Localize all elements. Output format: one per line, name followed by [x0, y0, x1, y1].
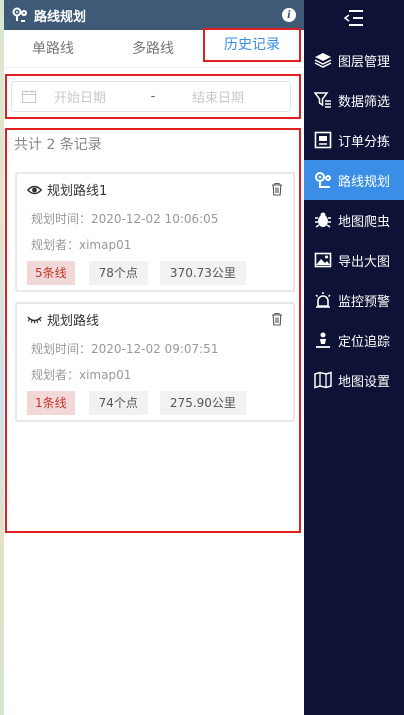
tab-history[interactable]: 历史记录	[203, 28, 301, 62]
history-card[interactable]: 规划路线 规划时间：2020-12-02 09:07:51 规划者：ximap0…	[15, 302, 295, 422]
history-card[interactable]: 规划路线1 规划时间：2020-12-02 10:06:05 规划者：ximap…	[15, 172, 295, 292]
points-count-badge: 74个点	[88, 391, 148, 415]
route-icon	[315, 172, 331, 188]
date-separator: -	[150, 89, 156, 104]
nav-item-export[interactable]: 导出大图	[304, 240, 404, 280]
eye-open-icon[interactable]	[27, 184, 42, 196]
filter-icon	[314, 92, 331, 108]
planner: 规划者：ximap01	[31, 368, 132, 382]
sort-icon	[314, 131, 332, 149]
history-records: 共计 2 条记录 规划路线1 规划时间：2020-12-02 10:06:05 …	[5, 128, 301, 533]
lines-count-badge: 1条线	[27, 391, 75, 415]
nav-label: 路线规划	[338, 174, 391, 190]
nav-label: 定位追踪	[338, 334, 391, 350]
tab-multi-route[interactable]: 多路线	[104, 30, 202, 68]
distance-badge: 370.73公里	[159, 261, 246, 285]
delete-icon[interactable]	[271, 312, 283, 326]
card-title-text: 规划路线1	[47, 184, 108, 199]
nav-label: 订单分拣	[338, 134, 391, 150]
date-range-picker[interactable]: 开始日期 - 结束日期	[11, 81, 291, 112]
card-title: 规划路线	[27, 310, 99, 329]
locate-icon	[316, 332, 330, 348]
tab-single-route[interactable]: 单路线	[4, 30, 102, 68]
start-date-input[interactable]: 开始日期	[54, 87, 128, 106]
nav-label: 地图设置	[338, 374, 391, 390]
nav-label: 监控预警	[338, 294, 391, 310]
layers-icon	[314, 53, 332, 68]
plan-time: 规划时间：2020-12-02 09:07:51	[31, 342, 219, 356]
lines-count-badge: 5条线	[27, 261, 75, 285]
nav-item-tracking[interactable]: 定位追踪	[304, 320, 404, 360]
planner: 规划者：ximap01	[31, 238, 132, 252]
tag-group: 5条线 78个点 370.73公里	[27, 261, 258, 285]
route-icon	[12, 7, 27, 22]
image-export-icon	[314, 252, 332, 268]
tab-bar: 单路线 多路线 历史记录	[4, 28, 304, 68]
nav-label: 图层管理	[338, 54, 391, 70]
distance-badge: 275.90公里	[159, 391, 246, 415]
plan-time: 规划时间：2020-12-02 10:06:05	[31, 212, 219, 226]
record-count: 共计 2 条记录	[14, 137, 102, 153]
delete-icon[interactable]	[271, 182, 283, 196]
menu-collapse-icon[interactable]	[344, 9, 364, 27]
eye-closed-icon[interactable]	[27, 314, 42, 326]
panel-title: 路线规划	[34, 9, 87, 25]
date-range-highlight: 开始日期 - 结束日期	[5, 74, 301, 119]
tag-group: 1条线 74个点 275.90公里	[27, 391, 258, 415]
points-count-badge: 78个点	[88, 261, 148, 285]
nav-item-map-settings[interactable]: 地图设置	[304, 360, 404, 400]
calendar-icon	[22, 90, 36, 103]
nav-item-filter[interactable]: 数据筛选	[304, 80, 404, 120]
side-nav: 图层管理 数据筛选 订单分拣 路线规划 地图爬虫 导出大图 监控预警 定位追踪 …	[304, 0, 404, 715]
nav-label: 数据筛选	[338, 94, 391, 110]
card-title: 规划路线1	[27, 180, 107, 199]
info-icon[interactable]: i	[282, 8, 296, 22]
nav-item-sort[interactable]: 订单分拣	[304, 120, 404, 160]
nav-item-monitor[interactable]: 监控预警	[304, 280, 404, 320]
nav-label: 地图爬虫	[338, 214, 391, 230]
nav-label: 导出大图	[338, 254, 391, 270]
card-title-text: 规划路线	[47, 314, 100, 329]
bug-icon	[315, 212, 331, 228]
nav-item-layers[interactable]: 图层管理	[304, 40, 404, 80]
alarm-icon	[315, 292, 331, 308]
nav-item-crawler[interactable]: 地图爬虫	[304, 200, 404, 240]
end-date-input[interactable]: 结束日期	[178, 87, 258, 106]
nav-item-route[interactable]: 路线规划	[304, 160, 404, 200]
map-settings-icon	[314, 371, 332, 389]
panel-header: 路线规划 i	[4, 0, 304, 30]
